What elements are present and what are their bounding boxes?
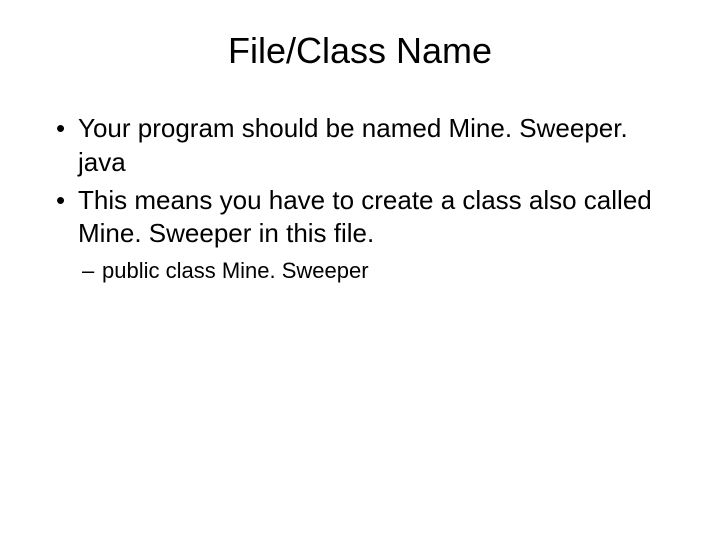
sub-bullet-list: public class Mine. Sweeper — [40, 257, 680, 286]
bullet-list: Your program should be named Mine. Sweep… — [40, 112, 680, 251]
bullet-item: Your program should be named Mine. Sweep… — [50, 112, 680, 180]
bullet-item: This means you have to create a class al… — [50, 184, 680, 252]
slide-title: File/Class Name — [40, 30, 680, 72]
sub-bullet-item: public class Mine. Sweeper — [78, 257, 680, 286]
